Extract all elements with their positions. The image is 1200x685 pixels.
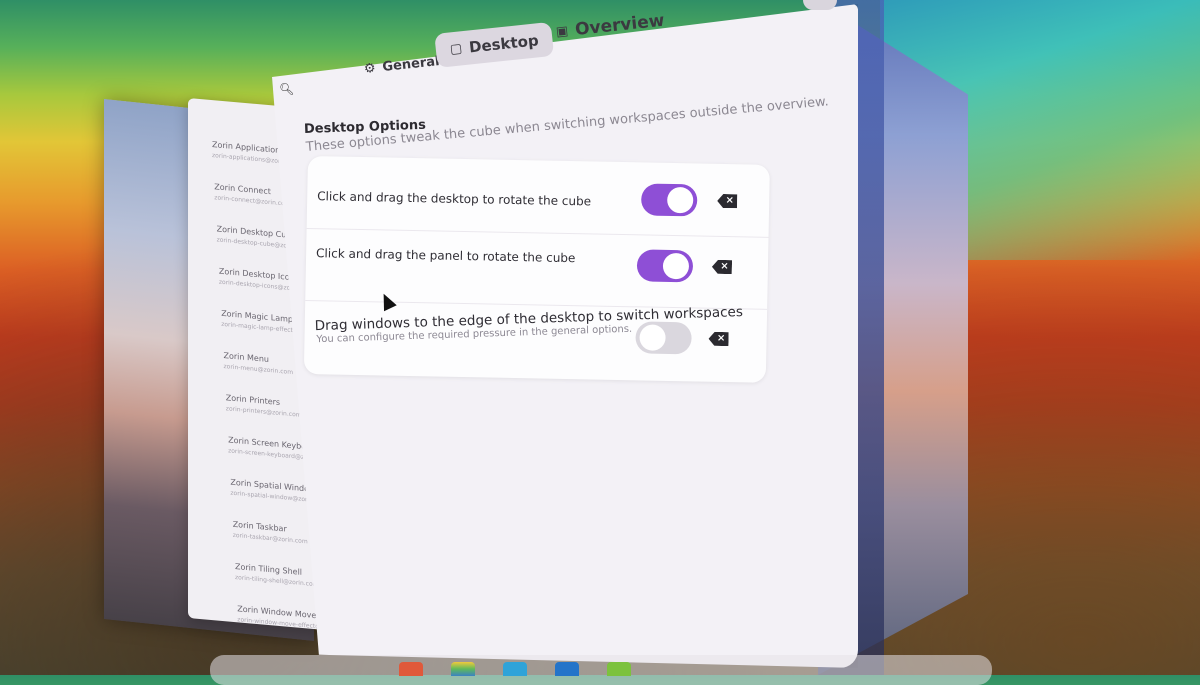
extensions-icon[interactable]: [607, 662, 631, 676]
reset-icon[interactable]: ×: [708, 332, 728, 346]
tab-overview[interactable]: ▣ Overview: [555, 11, 665, 42]
tab-overview-label: Overview: [574, 10, 666, 40]
tab-general-label: General: [381, 54, 441, 76]
browser-icon[interactable]: [399, 662, 423, 676]
option-label: Click and drag the panel to rotate the c…: [316, 246, 576, 266]
tab-desktop[interactable]: ▢ Desktop: [434, 21, 555, 68]
toggle-knob: [666, 186, 694, 214]
files-icon[interactable]: [451, 662, 475, 676]
tab-desktop-label: Desktop: [468, 31, 540, 57]
edge-switch-toggle[interactable]: [635, 321, 692, 355]
dock: [210, 655, 992, 685]
toggle-knob: [662, 252, 690, 280]
drag-panel-toggle[interactable]: [636, 249, 694, 283]
monitor-icon: ▢: [449, 40, 463, 57]
options-card: Click and drag the desktop to rotate the…: [303, 156, 770, 383]
reset-icon[interactable]: ×: [717, 194, 737, 208]
option-row-edge-switch: Drag windows to the edge of the desktop …: [304, 300, 767, 383]
overview-icon: ▣: [555, 23, 570, 40]
reset-icon[interactable]: ×: [712, 260, 732, 274]
software-icon[interactable]: [555, 662, 579, 676]
toggle-knob: [639, 324, 666, 351]
store-icon[interactable]: [503, 662, 527, 676]
option-row-drag-desktop: Click and drag the desktop to rotate the…: [306, 156, 770, 238]
drag-desktop-toggle[interactable]: [640, 183, 698, 217]
tab-general[interactable]: ⚙ General: [363, 54, 440, 77]
option-label: Click and drag the desktop to rotate the…: [317, 189, 592, 209]
option-row-drag-panel: Click and drag the panel to rotate the c…: [305, 227, 769, 310]
gear-icon: ⚙: [363, 60, 377, 77]
tab-bar: ⚙ General ▢ Desktop ▣ Overview: [0, 0, 1200, 120]
